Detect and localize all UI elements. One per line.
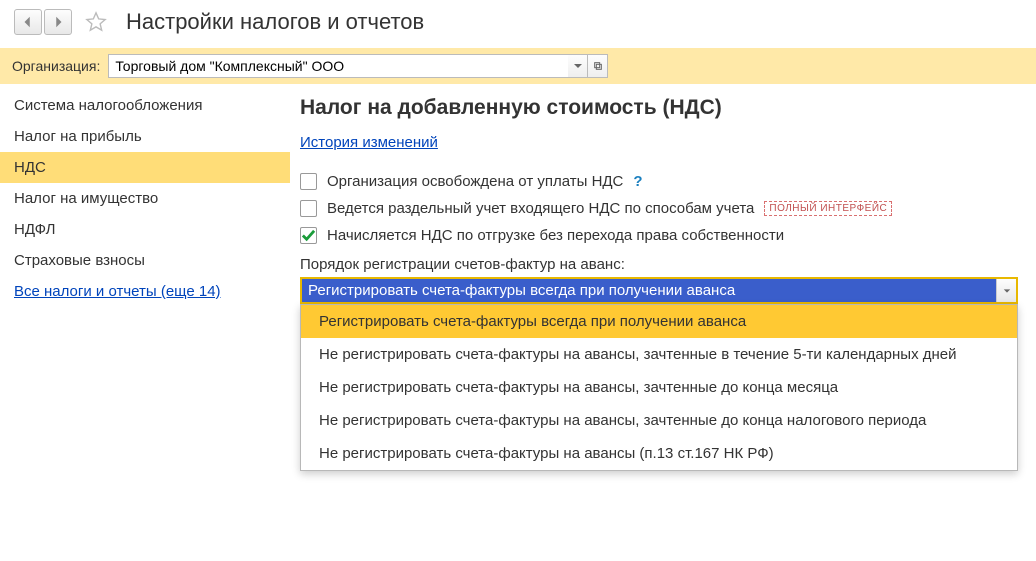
organization-dropdown-button[interactable] [568, 54, 588, 78]
select-label: Порядок регистрации счетов-фактур на ава… [300, 256, 1018, 273]
check-row-shipment: Начисляется НДС по отгрузке без перехода… [300, 227, 1018, 244]
organization-field [108, 54, 608, 78]
main-title: Налог на добавленную стоимость (НДС) [300, 96, 1018, 120]
check-row-exempt: Организация освобождена от уплаты НДС ? [300, 173, 1018, 190]
checkbox-exempt[interactable] [300, 173, 317, 190]
dropdown-option-0[interactable]: Регистрировать счета-фактуры всегда при … [301, 305, 1017, 338]
sidebar-item-vat[interactable]: НДС [0, 152, 290, 183]
sidebar-item-insurance[interactable]: Страховые взносы [0, 245, 290, 276]
page-title: Настройки налогов и отчетов [126, 9, 424, 35]
dropdown-option-1[interactable]: Не регистрировать счета-фактуры на аванс… [301, 338, 1017, 371]
invoice-registration-select: Регистрировать счета-фактуры всегда при … [300, 277, 1018, 304]
dropdown-option-4[interactable]: Не регистрировать счета-фактуры на аванс… [301, 437, 1017, 470]
sidebar-item-tax-system[interactable]: Система налогообложения [0, 90, 290, 121]
organization-input[interactable] [108, 54, 568, 78]
checkbox-exempt-label: Организация освобождена от уплаты НДС [327, 173, 623, 190]
checkbox-separate[interactable] [300, 200, 317, 217]
select-box[interactable]: Регистрировать счета-фактуры всегда при … [300, 277, 1018, 304]
history-link[interactable]: История изменений [300, 134, 438, 151]
select-dropdown: Регистрировать счета-фактуры всегда при … [300, 304, 1018, 471]
favorite-icon[interactable] [82, 8, 110, 36]
toolbar: Настройки налогов и отчетов [0, 0, 1036, 44]
chevron-down-icon[interactable] [996, 279, 1016, 302]
back-button[interactable] [14, 9, 42, 35]
check-row-separate: Ведется раздельный учет входящего НДС по… [300, 200, 1018, 217]
sidebar: Система налогообложения Налог на прибыль… [0, 84, 290, 307]
sidebar-item-property-tax[interactable]: Налог на имущество [0, 183, 290, 214]
organization-open-button[interactable] [588, 54, 608, 78]
checkbox-shipment[interactable] [300, 227, 317, 244]
forward-button[interactable] [44, 9, 72, 35]
organization-label: Организация: [12, 58, 100, 74]
full-interface-badge: ПОЛНЫЙ ИНТЕРФЕЙС [764, 201, 892, 216]
checkbox-shipment-label: Начисляется НДС по отгрузке без перехода… [327, 227, 784, 244]
help-icon[interactable]: ? [633, 173, 642, 190]
main-panel: Налог на добавленную стоимость (НДС) Ист… [290, 84, 1036, 307]
sidebar-item-ndfl[interactable]: НДФЛ [0, 214, 290, 245]
nav-group [14, 9, 72, 35]
dropdown-option-2[interactable]: Не регистрировать счета-фактуры на аванс… [301, 371, 1017, 404]
checkbox-separate-label: Ведется раздельный учет входящего НДС по… [327, 200, 754, 217]
select-value: Регистрировать счета-фактуры всегда при … [302, 279, 996, 302]
sidebar-item-profit-tax[interactable]: Налог на прибыль [0, 121, 290, 152]
sidebar-all-taxes-link[interactable]: Все налоги и отчеты (еще 14) [0, 276, 290, 307]
organization-bar: Организация: [0, 48, 1036, 84]
dropdown-option-3[interactable]: Не регистрировать счета-фактуры на аванс… [301, 404, 1017, 437]
